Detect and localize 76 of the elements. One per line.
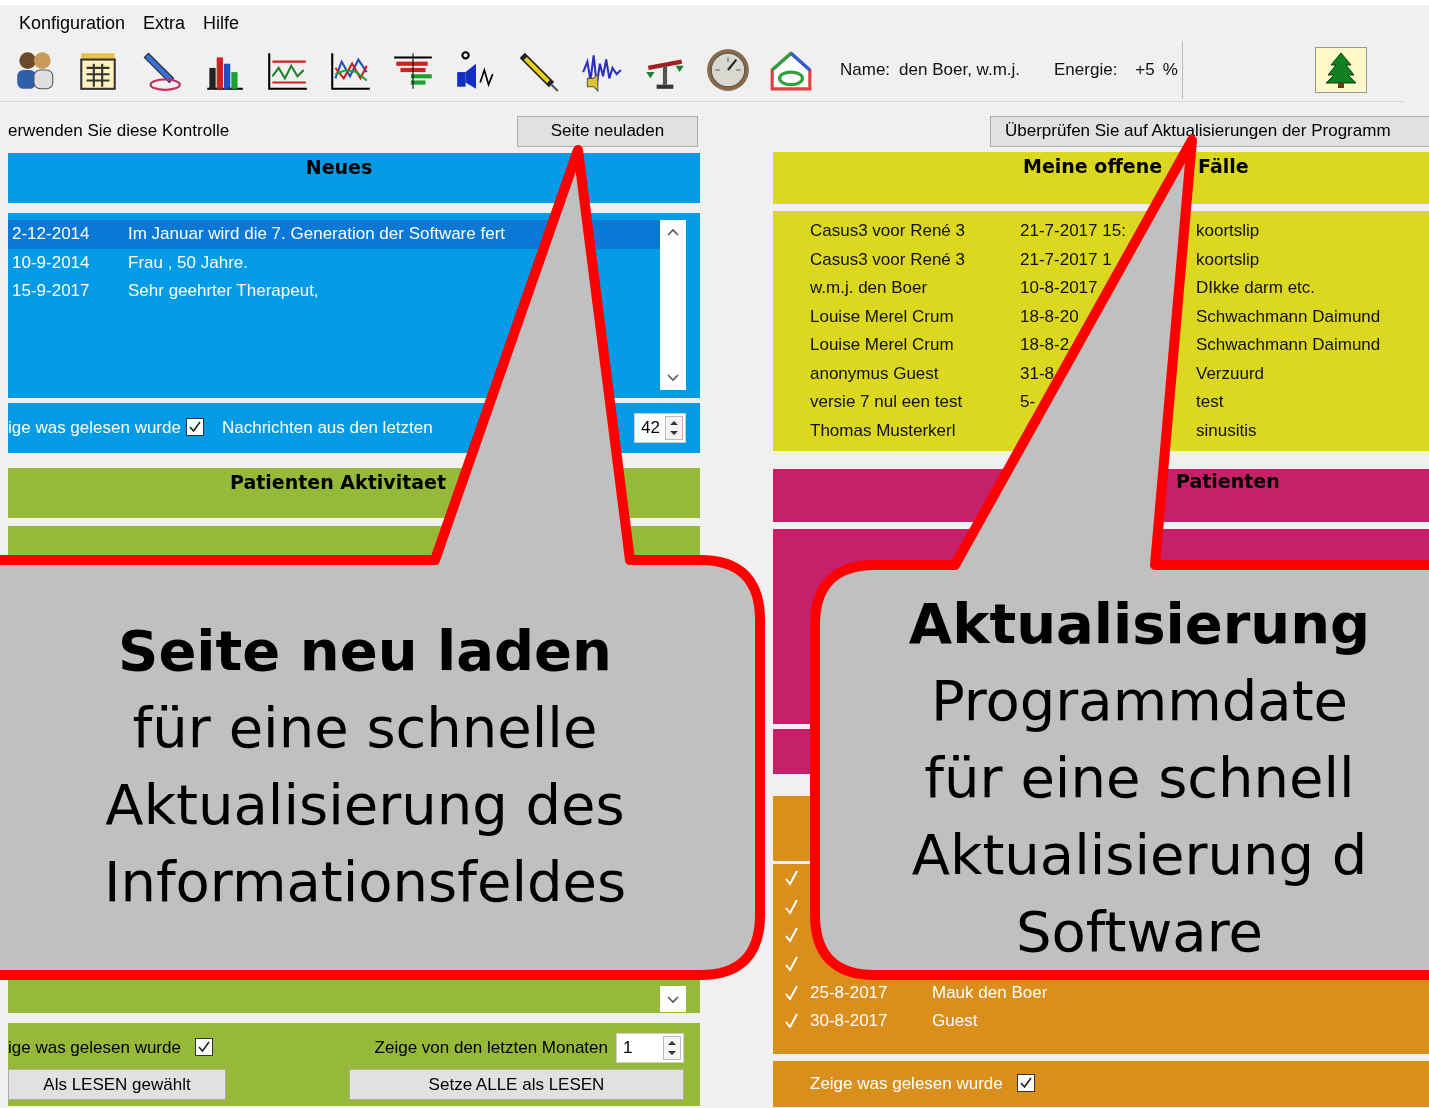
section-title: Neues (305, 156, 373, 178)
checkbox-label: Zeige was gelesen wurde (810, 1074, 1003, 1094)
menu-item[interactable]: Extra (134, 13, 195, 34)
case-date: 18-8-2 (1020, 335, 1070, 355)
case-diagnosis: DIkke darm etc. (1196, 278, 1316, 299)
checkbox[interactable] (194, 1037, 213, 1056)
callout-text: Aktualisierung Programmdate für eine schnell Aktualisierung d Software (907, 590, 1372, 966)
menu-item[interactable]: Hilfe (194, 13, 249, 34)
case-date: 18-8-20 (1020, 306, 1079, 326)
number-spinner[interactable]: 1 (616, 1033, 684, 1063)
news-row[interactable]: 2-12-2014 Im Januar wird die 7. Generation der Software fert (8, 220, 660, 249)
section-title: Meine offene (1023, 155, 1163, 177)
energy-label: Energie: (1054, 59, 1118, 80)
case-diagnosis: koortslip (1196, 221, 1260, 242)
case-row[interactable]: w.m.j. den Boer 10-8-2017 DIkke darm etc. (810, 274, 1429, 303)
visit-date: 25-8-2017 (810, 982, 889, 1003)
callout-text: Seite neu laden für eine schnelle Aktualisierung des Informationsfeldes (102, 617, 628, 916)
news-text: Sehr geehrter Therapeut, (128, 281, 319, 302)
case-date: 21-7-2017 1 (1020, 249, 1112, 269)
case-row[interactable]: Thomas Musterkerl sinusitis (810, 416, 1429, 445)
visit-patient: Mauk den Boer (932, 982, 1048, 1003)
case-diagnosis: sinusitis (1196, 420, 1257, 441)
news-date: 15-9-2017 (12, 281, 91, 302)
case-row[interactable]: Louise Merel Crum 18-8-20 Schwachmann Daimund (810, 302, 1429, 331)
visit-date: 30-8-2017 (810, 1011, 889, 1032)
news-text: Frau , 50 Jahre. (128, 252, 248, 273)
checkbox-label: ige was gelesen wurde (8, 418, 181, 438)
gauge-icon[interactable] (705, 46, 751, 93)
menu-item[interactable]: Konfiguration (10, 13, 135, 34)
checkbox[interactable] (185, 417, 204, 436)
case-patient: Louise Merel Crum (810, 335, 955, 356)
case-patient: Louise Merel Crum (810, 306, 955, 327)
case-date: 10-8-2017 (1020, 278, 1098, 298)
case-diagnosis: test (1196, 392, 1224, 413)
case-row[interactable]: versie 7 nul een test 5- test (810, 388, 1429, 417)
news-date: 2-12-2014 (12, 224, 91, 245)
case-patient: Casus3 voor René 3 (810, 221, 966, 242)
case-diagnosis: Schwachmann Daimund (1196, 306, 1381, 327)
case-row[interactable]: anonymus Guest 31-8 Verzuurd (810, 359, 1429, 388)
case-row[interactable]: Casus3 voor René 3 21-7-2017 1 koortslip (810, 245, 1429, 274)
case-row[interactable]: Casus3 voor René 3 21-7-2017 15: koortslip (810, 217, 1429, 246)
recent-label: Nachrichten aus den letzten (221, 418, 433, 438)
case-date: 5- (1020, 392, 1036, 412)
case-date: 21-7-2017 15: (1020, 221, 1126, 241)
news-date: 10-9-2014 (12, 252, 91, 273)
update-button[interactable]: Überprüfen Sie auf Aktualisierungen der Programm (990, 115, 1429, 147)
section-title: Fälle (1198, 155, 1249, 177)
mark-read-button[interactable]: Setze ALLE als LESEN (349, 1069, 684, 1100)
case-patient: w.m.j. den Boer (810, 278, 929, 299)
number-spinner[interactable]: 42 (634, 413, 686, 443)
visit-patient: Guest (932, 1011, 978, 1032)
checkbox-label: ige was gelesen wurde (8, 1038, 181, 1058)
scrollbar[interactable] (660, 220, 686, 390)
section-title: Patienten Aktivitaet (230, 471, 447, 493)
energy-value: +5 (1135, 59, 1155, 80)
case-patient: Thomas Musterkerl (810, 420, 957, 441)
checkbox[interactable] (1016, 1073, 1035, 1092)
hint-text: erwenden Sie diese Kontrolle (8, 121, 230, 141)
months-label: Zeige von den letzten Monaten (374, 1038, 608, 1058)
case-diagnosis: koortslip (1196, 249, 1260, 270)
reload-button[interactable]: Seite neuladen (517, 115, 698, 147)
patient-name: den Boer, w.m.j. (899, 59, 1021, 80)
news-text: Im Januar wird die 7. Generation der Software fert (128, 224, 505, 245)
name-label: Name: (840, 59, 891, 80)
energy-unit: % (1162, 59, 1178, 80)
case-row[interactable]: Louise Merel Crum 18-8-2 Schwachmann Daimund (810, 331, 1429, 360)
mark-read-button[interactable]: Als LESEN gewählt (8, 1069, 226, 1100)
case-patient: Casus3 voor René 3 (810, 249, 966, 270)
case-diagnosis: Schwachmann Daimund (1196, 335, 1381, 356)
case-diagnosis: Verzuurd (1196, 363, 1265, 384)
section-title: Patienten (1176, 470, 1280, 492)
case-patient: anonymus Guest (810, 363, 940, 384)
case-patient: versie 7 nul een test (810, 392, 964, 413)
case-date: 31-8 (1020, 363, 1055, 383)
tree-icon (1323, 50, 1358, 89)
tree-button[interactable] (1314, 46, 1367, 93)
